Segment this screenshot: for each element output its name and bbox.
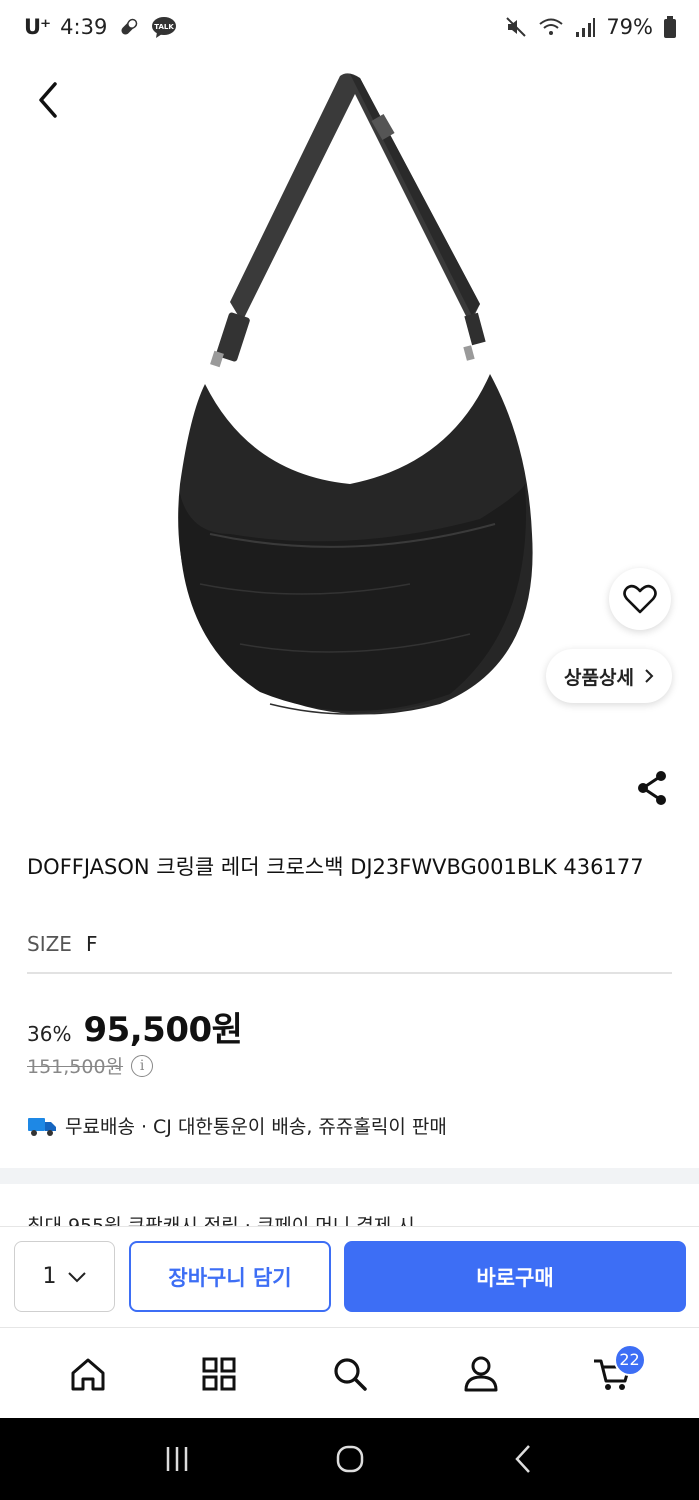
back-button[interactable] [30,78,66,122]
grid-icon [202,1357,235,1390]
sale-price: 95,500원 [83,1010,243,1050]
home-nav-button[interactable] [320,1429,380,1489]
purchase-bar: 1 장바구니 담기 바로구매 [0,1226,699,1328]
chevron-left-icon [39,82,57,118]
quantity-select[interactable]: 1 [14,1241,115,1312]
battery-percent: 79% [606,15,653,39]
discount-rate: 36% [27,1022,72,1046]
recents-icon [166,1447,187,1471]
shipping-row: 무료배송 · CJ 대한통운이 배송, 쥬쥬홀릭이 판매 [27,1112,447,1139]
carrier-label: U⁺ [24,15,51,39]
mute-icon [504,15,528,39]
product-image [178,73,533,715]
search-icon [333,1357,367,1391]
product-detail-label: 상품상세 [564,666,634,689]
talk-icon: TALK [151,15,177,39]
pill-icon [117,15,141,39]
favorite-button[interactable] [609,568,671,630]
recents-button[interactable] [147,1429,207,1489]
status-right: 79% [504,15,677,39]
status-bar: U⁺ 4:39 TALK 79% [0,0,699,54]
back-nav-button[interactable] [493,1429,553,1489]
tab-search[interactable] [310,1344,390,1404]
system-nav-bar [0,1418,699,1500]
product-detail-button[interactable]: 상품상세 [546,649,672,703]
divider [27,972,672,974]
tab-categories[interactable] [179,1344,259,1404]
tab-home[interactable] [48,1344,128,1404]
buy-now-button[interactable]: 바로구매 [344,1241,686,1312]
clock: 4:39 [60,15,108,39]
size-label: SIZE [27,932,72,956]
add-to-cart-button[interactable]: 장바구니 담기 [129,1241,331,1312]
shipping-text: 무료배송 · CJ 대한통운이 배송, 쥬쥬홀릭이 판매 [65,1116,447,1138]
heart-icon [623,584,657,614]
back-icon [514,1445,530,1473]
coupon-info: 최대 955원 쿠팡캐시 적립 · 쿠페이 머니 결제 시 [27,1215,415,1226]
price-row: 36% 95,500원 [27,1002,243,1051]
status-left: U⁺ 4:39 TALK [24,15,177,39]
truck-icon [28,1117,56,1136]
original-price-row: 151,500원 i [27,1052,154,1079]
bottom-tab-bar: 22 [0,1329,699,1418]
wifi-icon [538,15,564,39]
person-icon [464,1356,497,1391]
info-icon[interactable]: i [131,1054,154,1077]
share-icon [638,771,666,805]
home-icon [71,1358,104,1390]
size-row: SIZE F [27,932,97,956]
battery-icon [663,15,677,39]
info-symbol: i [139,1057,145,1074]
talk-label: TALK [155,23,175,31]
size-value: F [85,932,98,956]
share-button[interactable] [632,766,672,810]
product-image-area[interactable]: 상품상세 [0,54,699,805]
tab-cart[interactable]: 22 [572,1343,652,1404]
signal-icon [574,16,596,38]
cart-count-badge: 22 [613,1343,646,1376]
product-title: DOFFJASON 크링클 레더 크로스백 DJ23FWVBG001BLK 43… [27,855,644,879]
tab-profile[interactable] [441,1344,521,1404]
home-circle-icon [336,1445,363,1473]
original-price: 151,500원 [27,1056,124,1078]
chevron-right-icon [645,669,654,683]
chevron-down-icon [67,1271,86,1282]
section-separator [0,1168,699,1184]
quantity-value: 1 [42,1264,57,1289]
